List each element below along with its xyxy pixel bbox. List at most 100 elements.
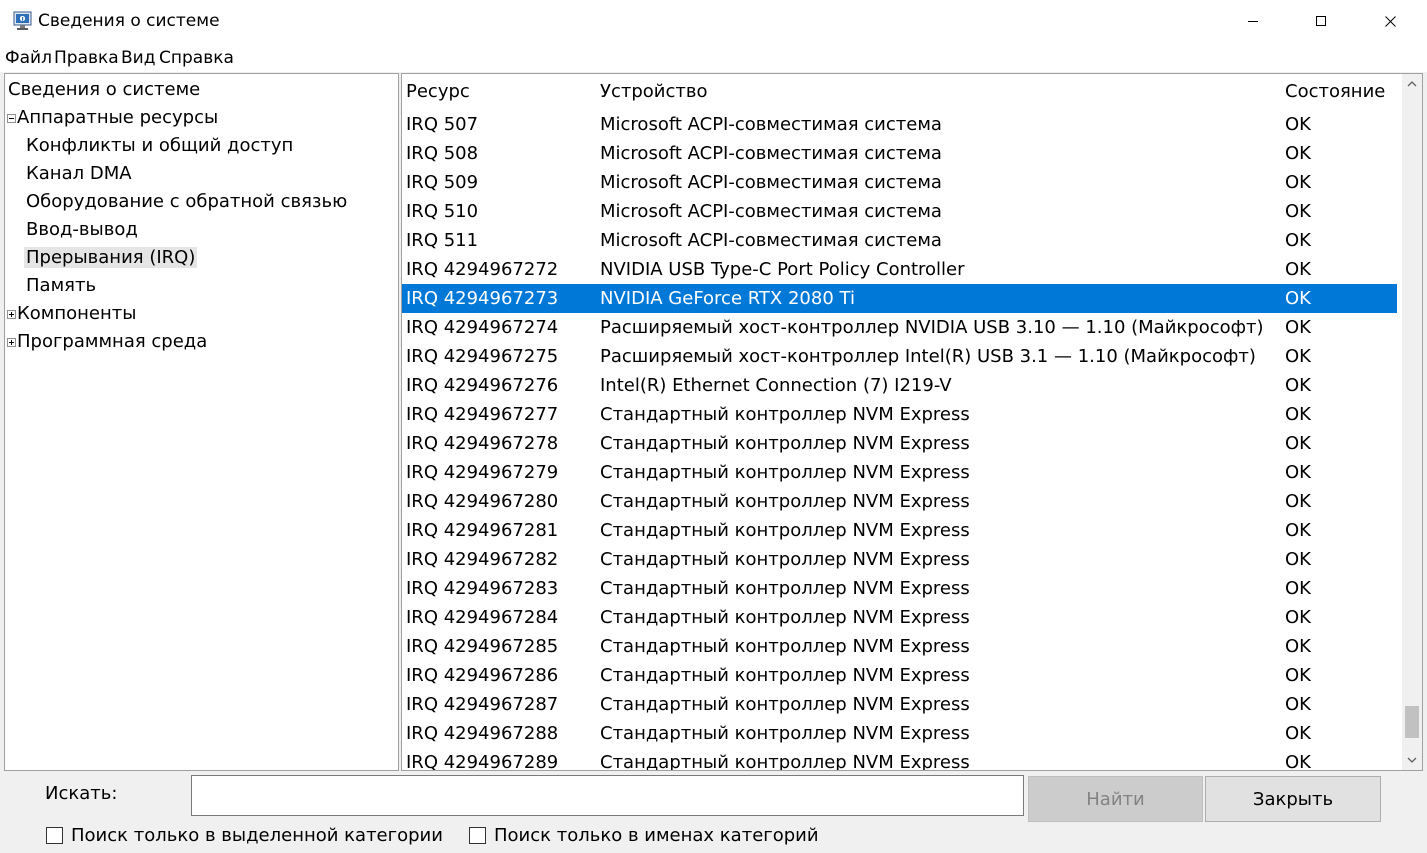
search-input[interactable] [191,775,1024,816]
table-row[interactable]: IRQ 4294967276 Intel(R) Ethernet Connecti… [402,371,1397,400]
table-row[interactable]: IRQ 4294967275 Расширяемый хост-контролле… [402,342,1397,371]
tree-item-software[interactable]: Программная среда [5,329,209,355]
table-row[interactable]: IRQ 4294967280 Стандартный контроллер NVM… [402,487,1397,516]
tree-item-conflicts[interactable]: Конфликты и общий доступ [24,133,295,159]
menu-view[interactable]: Вид [121,48,155,68]
cell-status: OK [1285,462,1311,483]
cell-device: Стандартный контроллер NVM Express [600,607,970,628]
cell-status: OK [1285,375,1311,396]
cell-device: Microsoft ACPI-совместимая система [600,143,942,164]
table-row[interactable]: IRQ 4294967287 Стандартный контроллер NVM… [402,690,1397,719]
column-header-device[interactable]: Устройство [600,81,708,102]
maximize-icon [1316,15,1326,26]
cell-resource: IRQ 510 [406,201,479,222]
tree-item-label: Аппаратные ресурсы [17,107,219,128]
cell-status: OK [1285,694,1311,715]
cell-device: Intel(R) Ethernet Connection (7) I219-V [600,375,952,396]
tree-item-irq[interactable]: Прерывания (IRQ) [24,245,198,271]
table-row[interactable]: IRQ 4294967278 Стандартный контроллер NVM… [402,429,1397,458]
category-tree[interactable]: Сведения о системе Аппаратные ресурсы Ко… [4,73,399,771]
table-row[interactable]: IRQ 4294967286 Стандартный контроллер NVM… [402,661,1397,690]
table-row[interactable]: IRQ 4294967285 Стандартный контроллер NVM… [402,632,1397,661]
cell-resource: IRQ 4294967283 [406,578,559,599]
table-row[interactable]: IRQ 507 Microsoft ACPI-совместимая систем… [402,110,1397,139]
tree-item-components[interactable]: Компоненты [5,301,138,327]
close-button[interactable]: Закрыть [1205,776,1381,822]
table-row[interactable]: IRQ 4294967274 Расширяемый хост-контролле… [402,313,1397,342]
tree-item-label: Программная среда [17,331,208,352]
collapse-icon[interactable] [7,114,16,123]
cell-device: Стандартный контроллер NVM Express [600,404,970,425]
cell-status: OK [1285,752,1311,771]
cell-resource: IRQ 4294967276 [406,375,559,396]
list-header: Ресурс Устройство Состояние [402,74,1402,110]
scrollbar-thumb[interactable] [1405,706,1419,738]
vertical-scrollbar[interactable] [1402,74,1422,770]
close-window-button[interactable] [1356,0,1425,42]
tree-item-io[interactable]: Ввод-вывод [24,217,140,243]
table-row[interactable]: IRQ 4294967284 Стандартный контроллер NVM… [402,603,1397,632]
tree-item-hardware[interactable]: Аппаратные ресурсы [5,105,220,131]
cell-device: Стандартный контроллер NVM Express [600,491,970,512]
find-button[interactable]: Найти [1028,776,1203,822]
cell-resource: IRQ 4294967288 [406,723,559,744]
table-row[interactable]: IRQ 4294967272 NVIDIA USB Type-C Port Pol… [402,255,1397,284]
checkbox-box[interactable] [469,826,486,844]
cell-device: Стандартный контроллер NVM Express [600,636,970,657]
checkbox-label: Поиск только в именах категорий [494,824,819,846]
cell-status: OK [1285,491,1311,512]
menu-edit[interactable]: Правка [54,48,119,68]
table-row[interactable]: IRQ 4294967279 Стандартный контроллер NVM… [402,458,1397,487]
table-row[interactable]: IRQ 4294967281 Стандартный контроллер NVM… [402,516,1397,545]
cell-status: OK [1285,317,1311,338]
column-header-resource[interactable]: Ресурс [406,81,470,102]
checkbox-box[interactable] [46,826,63,844]
scroll-down-button[interactable] [1402,750,1422,770]
table-row[interactable]: IRQ 4294967288 Стандартный контроллер NVM… [402,719,1397,748]
search-selected-category-checkbox[interactable]: Поиск только в выделенной категории [46,823,443,847]
expand-icon[interactable] [7,310,16,319]
search-category-names-checkbox[interactable]: Поиск только в именах категорий [469,823,819,847]
cell-resource: IRQ 4294967278 [406,433,559,454]
minimize-button[interactable] [1219,0,1288,42]
tree-item-memory[interactable]: Память [24,273,98,299]
column-header-status[interactable]: Состояние [1285,81,1385,102]
maximize-button[interactable] [1287,0,1356,42]
table-row[interactable]: IRQ 510 Microsoft ACPI-совместимая систем… [402,197,1397,226]
expand-icon[interactable] [7,338,16,347]
checkbox-label: Поиск только в выделенной категории [71,824,443,846]
cell-status: OK [1285,433,1311,454]
details-list[interactable]: Ресурс Устройство Состояние IRQ 507 Micro… [401,73,1423,771]
tree-item-dma[interactable]: Канал DMA [24,161,134,187]
menu-help[interactable]: Справка [159,48,234,68]
table-row[interactable]: IRQ 4294967277 Стандартный контроллер NVM… [402,400,1397,429]
tree-item-label: Компоненты [17,303,137,324]
tree-item-label: Ввод-вывод [26,219,138,240]
cell-status: OK [1285,636,1311,657]
table-row[interactable]: IRQ 4294967282 Стандартный контроллер NVM… [402,545,1397,574]
cell-status: OK [1285,578,1311,599]
table-row[interactable]: IRQ 511 Microsoft ACPI-совместимая систем… [402,226,1397,255]
table-row[interactable]: IRQ 4294967289 Стандартный контроллер NVM… [402,748,1397,771]
cell-device: Стандартный контроллер NVM Express [600,665,970,686]
scroll-up-button[interactable] [1402,74,1422,94]
cell-resource: IRQ 511 [406,230,479,251]
cell-device: Стандартный контроллер NVM Express [600,520,970,541]
tree-item-system-summary[interactable]: Сведения о системе [6,77,202,103]
table-row[interactable]: IRQ 4294967283 Стандартный контроллер NVM… [402,574,1397,603]
cell-resource: IRQ 4294967275 [406,346,559,367]
table-row[interactable]: IRQ 509 Microsoft ACPI-совместимая систем… [402,168,1397,197]
cell-resource: IRQ 4294967280 [406,491,559,512]
menu-file[interactable]: Файл [5,48,52,68]
cell-resource: IRQ 4294967273 [406,288,559,309]
table-row[interactable]: IRQ 508 Microsoft ACPI-совместимая систем… [402,139,1397,168]
menu-bar: Файл Правка Вид Справка [0,42,1427,72]
tree-item-forced-hardware[interactable]: Оборудование с обратной связью [24,189,349,215]
cell-resource: IRQ 4294967284 [406,607,559,628]
cell-status: OK [1285,520,1311,541]
cell-resource: IRQ 4294967282 [406,549,559,570]
chevron-down-icon [1407,757,1417,763]
cell-resource: IRQ 4294967287 [406,694,559,715]
table-row[interactable]: IRQ 4294967273 NVIDIA GeForce RTX 2080 Ti… [402,284,1397,313]
cell-status: OK [1285,723,1311,744]
